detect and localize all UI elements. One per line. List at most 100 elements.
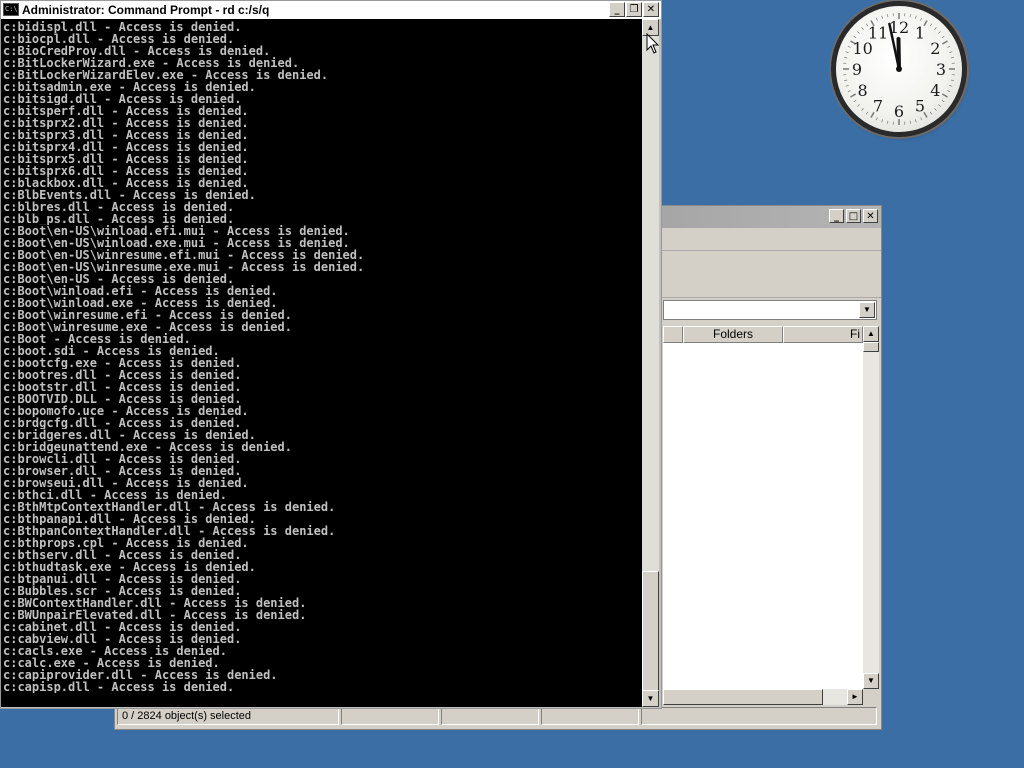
clock-gadget[interactable]: 12 1 2 3 4 5 6 7 8 9 10 11 — [836, 6, 962, 132]
clock-numeral: 2 — [930, 39, 940, 58]
cmd-scroll-thumb[interactable] — [642, 571, 659, 691]
console-line: c:bootstr.dll - Access is denied. — [3, 381, 242, 393]
clock-tick — [881, 15, 883, 19]
console-line: c:bitsprx6.dll - Access is denied. — [3, 165, 249, 177]
status-cell-2 — [341, 707, 439, 725]
explorer-hscroll-thumb[interactable] — [663, 689, 823, 705]
clock-numeral: 5 — [915, 96, 925, 115]
console-line: c:calc.exe - Access is denied. — [3, 657, 220, 669]
console-line: c:Boot\winresume.exe - Access is denied. — [3, 321, 292, 333]
explorer-scroll-down-button[interactable]: ▼ — [863, 673, 879, 689]
cmd-window-title: Administrator: Command Prompt - rd c:/s/… — [22, 3, 270, 17]
file-list[interactable] — [663, 343, 863, 689]
clock-tick — [847, 90, 851, 93]
address-dropdown-button[interactable]: ▼ — [859, 302, 875, 318]
clock-tick — [950, 79, 954, 81]
console-line: c:bridgeres.dll - Access is denied. — [3, 429, 256, 441]
console-line: c:bthprops.cpl - Access is denied. — [3, 537, 249, 549]
cmd-app-icon[interactable]: C:\ — [3, 3, 19, 16]
clock-face: 12 1234567891011 — [843, 13, 955, 125]
console-line: c:Boot\winresume.efi - Access is denied. — [3, 309, 292, 321]
clock-tick — [853, 99, 857, 103]
clock-tick — [857, 104, 860, 107]
clock-tick — [875, 117, 878, 121]
console-output[interactable]: c:bidispl.dll - Access is denied. c:biocp… — [1, 19, 642, 707]
status-cell-3 — [441, 707, 539, 725]
console-line: c:bootres.dll - Access is denied. — [3, 369, 242, 381]
clock-tick — [920, 17, 923, 21]
column-header-folders[interactable]: Folders — [683, 326, 783, 343]
console-line: c:BthpanContextHandler.dll - Access is d… — [3, 525, 336, 537]
cmd-vertical-scrollbar[interactable]: ▲ ▼ — [642, 19, 659, 707]
console-line: c:capiprovider.dll - Access is denied. — [3, 669, 278, 681]
console-line: c:bidispl.dll - Access is denied. — [3, 21, 242, 33]
clock-tick — [865, 111, 869, 115]
console-line: c:Boot - Access is denied. — [3, 333, 191, 345]
clock-tick — [915, 119, 917, 123]
clock-tick — [881, 119, 883, 123]
clock-tick — [844, 79, 848, 81]
console-line: c:bitsadmin.exe - Access is denied. — [3, 81, 256, 93]
clock-tick — [845, 51, 849, 53]
console-line: c:Boot\en-US\winresume.exe.mui - Access … — [3, 261, 365, 273]
console-line: c:Boot\winload.efi - Access is denied. — [3, 285, 278, 297]
console-line: c:Boot\en-US - Access is denied. — [3, 273, 235, 285]
clock-tick — [850, 93, 857, 98]
console-line: c:capisp.dll - Access is denied. — [3, 681, 235, 693]
console-line: c:BOOTVID.DLL - Access is denied. — [3, 393, 242, 405]
clock-numeral: 1 — [915, 24, 925, 43]
explorer-scroll-thumb[interactable] — [863, 342, 879, 352]
column-header-blank[interactable] — [663, 326, 683, 343]
explorer-scroll-up-button[interactable]: ▲ — [863, 326, 879, 342]
explorer-horizontal-scrollbar[interactable]: ► — [663, 689, 863, 705]
console-line: c:brdgcfg.dll - Access is denied. — [3, 417, 242, 429]
explorer-close-button[interactable]: ✕ — [863, 209, 878, 223]
explorer-maximize-button[interactable]: □ — [846, 209, 861, 223]
console-line: c:browseui.dll - Access is denied. — [3, 477, 249, 489]
clock-tick — [949, 51, 953, 53]
clock-tick — [909, 120, 911, 124]
explorer-minimize-button[interactable]: _ — [829, 209, 844, 223]
clock-numeral: 7 — [873, 96, 883, 115]
console-line: c:bopomofo.uce - Access is denied. — [3, 405, 249, 417]
console-line: c:blbres.dll - Access is denied. — [3, 201, 235, 213]
clock-tick — [861, 108, 864, 111]
clock-tick — [947, 45, 951, 48]
cmd-restore-button[interactable]: ❐ — [626, 2, 642, 17]
explorer-vertical-scrollbar[interactable]: ▲ ▼ — [863, 326, 879, 689]
console-line: c:BitLockerWizardElev.exe - Access is de… — [3, 69, 329, 81]
list-header: Folders Fi — [663, 326, 863, 343]
console-line: c:bthudtask.exe - Access is denied. — [3, 561, 256, 573]
console-line: c:bitsprx3.dll - Access is denied. — [3, 129, 249, 141]
mouse-pointer-icon — [646, 33, 660, 54]
address-bar[interactable]: ▼ — [663, 300, 877, 320]
console-line: c:Boot\en-US\winresume.efi.mui - Access … — [3, 249, 365, 261]
status-cell-4 — [541, 707, 639, 725]
clock-tick — [938, 104, 941, 107]
clock-tick — [845, 85, 849, 87]
clock-tick — [934, 108, 937, 111]
console-line: c:BthMtpContextHandler.dll - Access is d… — [3, 501, 336, 513]
clock-tick — [929, 111, 933, 115]
column-header-files[interactable]: Fi — [783, 326, 863, 343]
cmd-close-button[interactable]: ✕ — [643, 2, 659, 17]
cmd-scroll-down-button[interactable]: ▼ — [642, 690, 659, 707]
console-line: c:Boot\en-US\winload.exe.mui - Access is… — [3, 237, 350, 249]
clock-tick — [915, 15, 917, 19]
clock-tick — [941, 40, 948, 45]
clock-tick — [887, 120, 889, 124]
clock-tick — [909, 14, 911, 18]
command-prompt-window[interactable]: C:\ Administrator: Command Prompt - rd c… — [0, 0, 662, 709]
console-line: c:boot.sdi - Access is denied. — [3, 345, 220, 357]
clock-tick — [857, 31, 860, 34]
console-line: c:BWContextHandler.dll - Access is denie… — [3, 597, 307, 609]
console-line: c:bitsprx4.dll - Access is denied. — [3, 141, 249, 153]
console-line: c:blb_ps.dll - Access is denied. — [3, 213, 235, 225]
clock-tick — [847, 45, 851, 48]
console-line: c:blackbox.dll - Access is denied. — [3, 177, 249, 189]
console-line: c:BioCredProv.dll - Access is denied. — [3, 45, 271, 57]
cmd-minimize-button[interactable]: _ — [609, 2, 625, 17]
cmd-titlebar[interactable]: C:\ Administrator: Command Prompt - rd c… — [1, 1, 661, 19]
explorer-scroll-right-button[interactable]: ► — [847, 689, 863, 705]
console-line: c:Bubbles.scr - Access is denied. — [3, 585, 242, 597]
